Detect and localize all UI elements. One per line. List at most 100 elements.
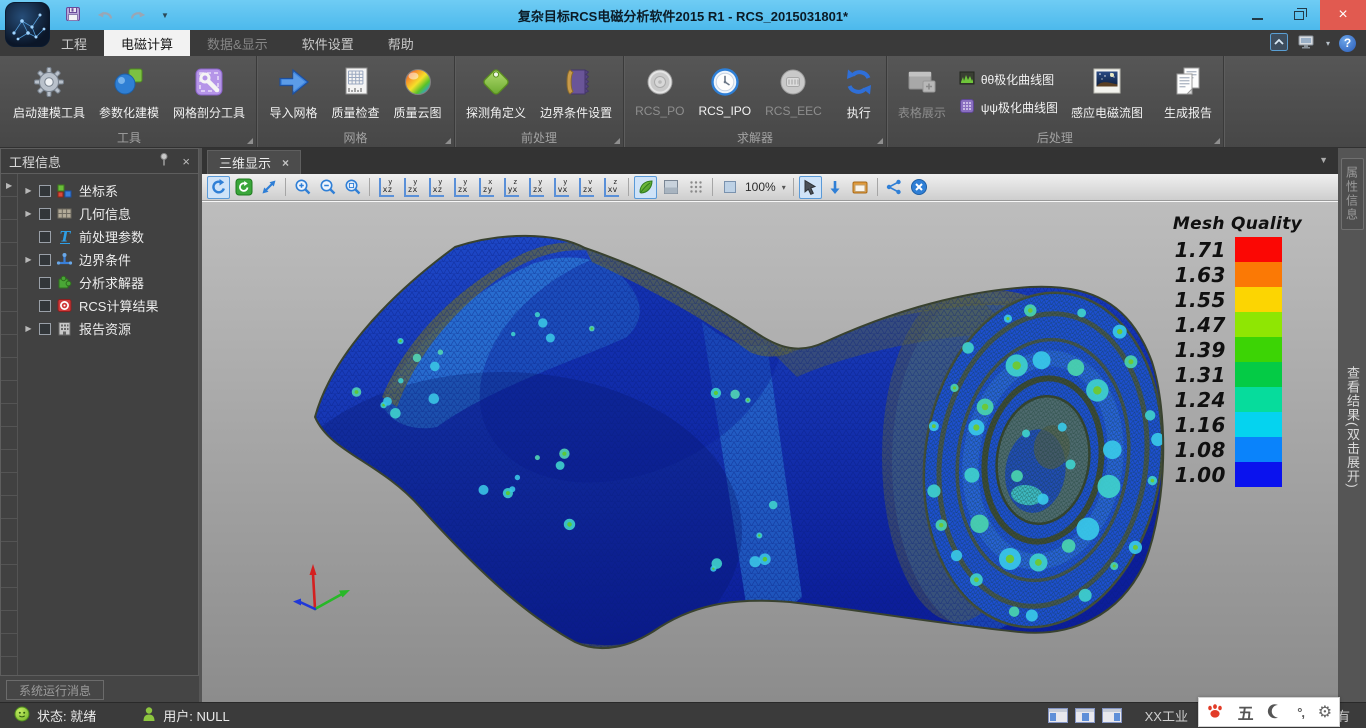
pick-mode-button[interactable] — [799, 176, 822, 199]
zoom-out-button[interactable] — [316, 176, 339, 199]
flat-mode-button[interactable] — [659, 176, 682, 199]
points-mode-button[interactable] — [684, 176, 707, 199]
zoom-scale-icon[interactable] — [718, 176, 741, 199]
app-logo-icon[interactable] — [5, 2, 50, 47]
display-settings-button[interactable] — [1297, 33, 1317, 54]
tree-item-5[interactable]: RCS计算结果 — [1, 294, 198, 317]
ribbon-item-qcheck[interactable]: 质量检查 — [325, 60, 387, 121]
menu-tab-4[interactable]: 帮助 — [371, 30, 431, 56]
qat-dropdown-icon[interactable]: ▼ — [161, 11, 169, 20]
shaded-mode-button[interactable] — [634, 176, 657, 199]
legend-row: 1.08 — [1173, 437, 1302, 462]
expander-icon[interactable]: ▶ — [23, 209, 34, 218]
close-button[interactable]: × — [1320, 0, 1366, 30]
menu-tab-2[interactable]: 数据&显示 — [190, 30, 285, 56]
ribbon-item-thetacurve[interactable]: θθ极化曲线图 — [959, 70, 1058, 89]
axis-view-glyph: yzx — [454, 178, 470, 197]
tree-item-2[interactable]: T前处理参数 — [1, 225, 198, 248]
ribbon-item-gear[interactable]: 启动建模工具 — [6, 60, 92, 121]
toolbar-separator — [628, 178, 629, 196]
minimize-button[interactable] — [1236, 0, 1278, 30]
tree-checkbox[interactable] — [39, 323, 51, 335]
tree-item-3[interactable]: ▶边界条件 — [1, 248, 198, 271]
zoom-window-button[interactable] — [257, 176, 280, 199]
undo-button[interactable] — [95, 6, 115, 25]
viewport-tab-close-icon[interactable]: × — [282, 156, 289, 170]
ribbon-item-import[interactable]: 导入网格 — [263, 60, 325, 121]
spin-view-button[interactable] — [232, 176, 255, 199]
zoom-fit-button[interactable] — [341, 176, 364, 199]
ime-punctuation-button[interactable]: °, — [1297, 705, 1304, 720]
ribbon-item-photo[interactable]: 感应电磁流图 — [1064, 60, 1150, 121]
rotate-view-button[interactable] — [207, 176, 230, 199]
layout-left-button[interactable] — [1048, 708, 1068, 723]
ribbon-item-meshtool[interactable]: 网格剖分工具 — [166, 60, 252, 121]
tabbar-overflow-icon[interactable]: ▼ — [1319, 155, 1328, 165]
zoom-in-button[interactable] — [291, 176, 314, 199]
import-view-button[interactable] — [824, 176, 847, 199]
tree-checkbox[interactable] — [39, 185, 51, 197]
ribbon-item-clock[interactable]: RCS_IPO — [691, 60, 758, 118]
tree-checkbox[interactable] — [39, 254, 51, 266]
view-orientation-button-0[interactable]: yxz — [375, 176, 398, 199]
view-orientation-button-3[interactable]: yzx — [450, 176, 473, 199]
view-orientation-button-4[interactable]: xzy — [475, 176, 498, 199]
mesh-model-3d[interactable] — [202, 202, 1338, 702]
expander-icon[interactable]: ▶ — [23, 324, 34, 333]
expander-icon[interactable]: ▶ — [23, 186, 34, 195]
view-orientation-button-7[interactable]: yvx — [550, 176, 573, 199]
ime-settings-icon[interactable]: ⚙ — [1318, 702, 1332, 722]
gutter-expander-icon[interactable]: ▶ — [6, 181, 12, 190]
menu-tab-3[interactable]: 软件设置 — [285, 30, 371, 56]
ime-logo-icon[interactable] — [1206, 703, 1224, 722]
view-orientation-button-6[interactable]: yzx — [525, 176, 548, 199]
tree-checkbox[interactable] — [39, 208, 51, 220]
pin-icon[interactable] — [158, 152, 170, 170]
menu-tab-1[interactable]: 电磁计算 — [104, 30, 190, 56]
collapse-ribbon-button[interactable] — [1270, 33, 1288, 54]
close-view-button[interactable] — [908, 176, 931, 199]
ribbon-stack: θθ极化曲线图 ψψ极化曲线图 — [953, 60, 1064, 117]
ime-fullwidth-icon[interactable] — [1267, 703, 1283, 722]
ribbon-item-report[interactable]: 生成报告 — [1157, 60, 1219, 121]
ribbon-item-execute[interactable]: 执行 — [836, 60, 882, 121]
ribbon-group-4: 表格展示θθ极化曲线图ψψ极化曲线图感应电磁流图生成报告后处理 — [887, 56, 1224, 147]
view-orientation-button-8[interactable]: vzx — [575, 176, 598, 199]
view-orientation-button-1[interactable]: yzx — [400, 176, 423, 199]
view-results-tab[interactable]: 查看结果(双击展开) — [1343, 366, 1362, 489]
capture-button[interactable] — [849, 176, 872, 199]
layout-right-button[interactable] — [1102, 708, 1122, 723]
zoom-level-dropdown-icon[interactable]: ▾ — [782, 183, 786, 192]
layout-center-button[interactable] — [1075, 708, 1095, 723]
viewport-canvas[interactable]: Mesh Quality 1.711.631.551.471.391.311.2… — [202, 201, 1338, 702]
display-dropdown-icon[interactable]: ▾ — [1326, 39, 1330, 48]
viewport-tab-3d[interactable]: 三维显示 × — [207, 150, 301, 174]
ribbon-item-param[interactable]: 参数化建模 — [92, 60, 166, 121]
zoom-level-value[interactable]: 100% — [745, 180, 776, 194]
ribbon-item-psicurve[interactable]: ψψ极化曲线图 — [959, 98, 1058, 117]
tree-item-0[interactable]: ▶坐标系 — [1, 179, 198, 202]
tree-checkbox[interactable] — [39, 277, 51, 289]
view-orientation-button-5[interactable]: zyx — [500, 176, 523, 199]
save-button[interactable] — [64, 5, 82, 26]
tree-checkbox[interactable] — [39, 231, 51, 243]
panel-close-icon[interactable]: × — [182, 154, 190, 169]
expander-icon[interactable]: ▶ — [23, 255, 34, 264]
help-button[interactable]: ? — [1339, 35, 1356, 52]
ribbon-item-probe[interactable]: 探测角定义 — [459, 60, 533, 121]
ime-mode-button[interactable]: 五 — [1238, 700, 1254, 724]
tree-item-1[interactable]: ▶几何信息 — [1, 202, 198, 225]
tree-checkbox[interactable] — [39, 300, 51, 312]
ribbon-item-book[interactable]: 边界条件设置 — [533, 60, 619, 121]
share-view-button[interactable] — [883, 176, 906, 199]
menu-tab-0[interactable]: 工程 — [44, 30, 104, 56]
redo-button[interactable] — [128, 6, 148, 25]
view-orientation-button-2[interactable]: yxz — [425, 176, 448, 199]
tree-item-6[interactable]: ▶报告资源 — [1, 317, 198, 340]
ribbon-item-qcloud[interactable]: 质量云图 — [387, 60, 449, 121]
tree-item-4[interactable]: 分析求解器 — [1, 271, 198, 294]
restore-button[interactable] — [1278, 0, 1320, 30]
property-info-tab[interactable]: 属性信息 — [1341, 158, 1364, 230]
view-orientation-button-9[interactable]: zxv — [600, 176, 623, 199]
system-message-tab[interactable]: 系统运行消息 — [6, 680, 104, 700]
